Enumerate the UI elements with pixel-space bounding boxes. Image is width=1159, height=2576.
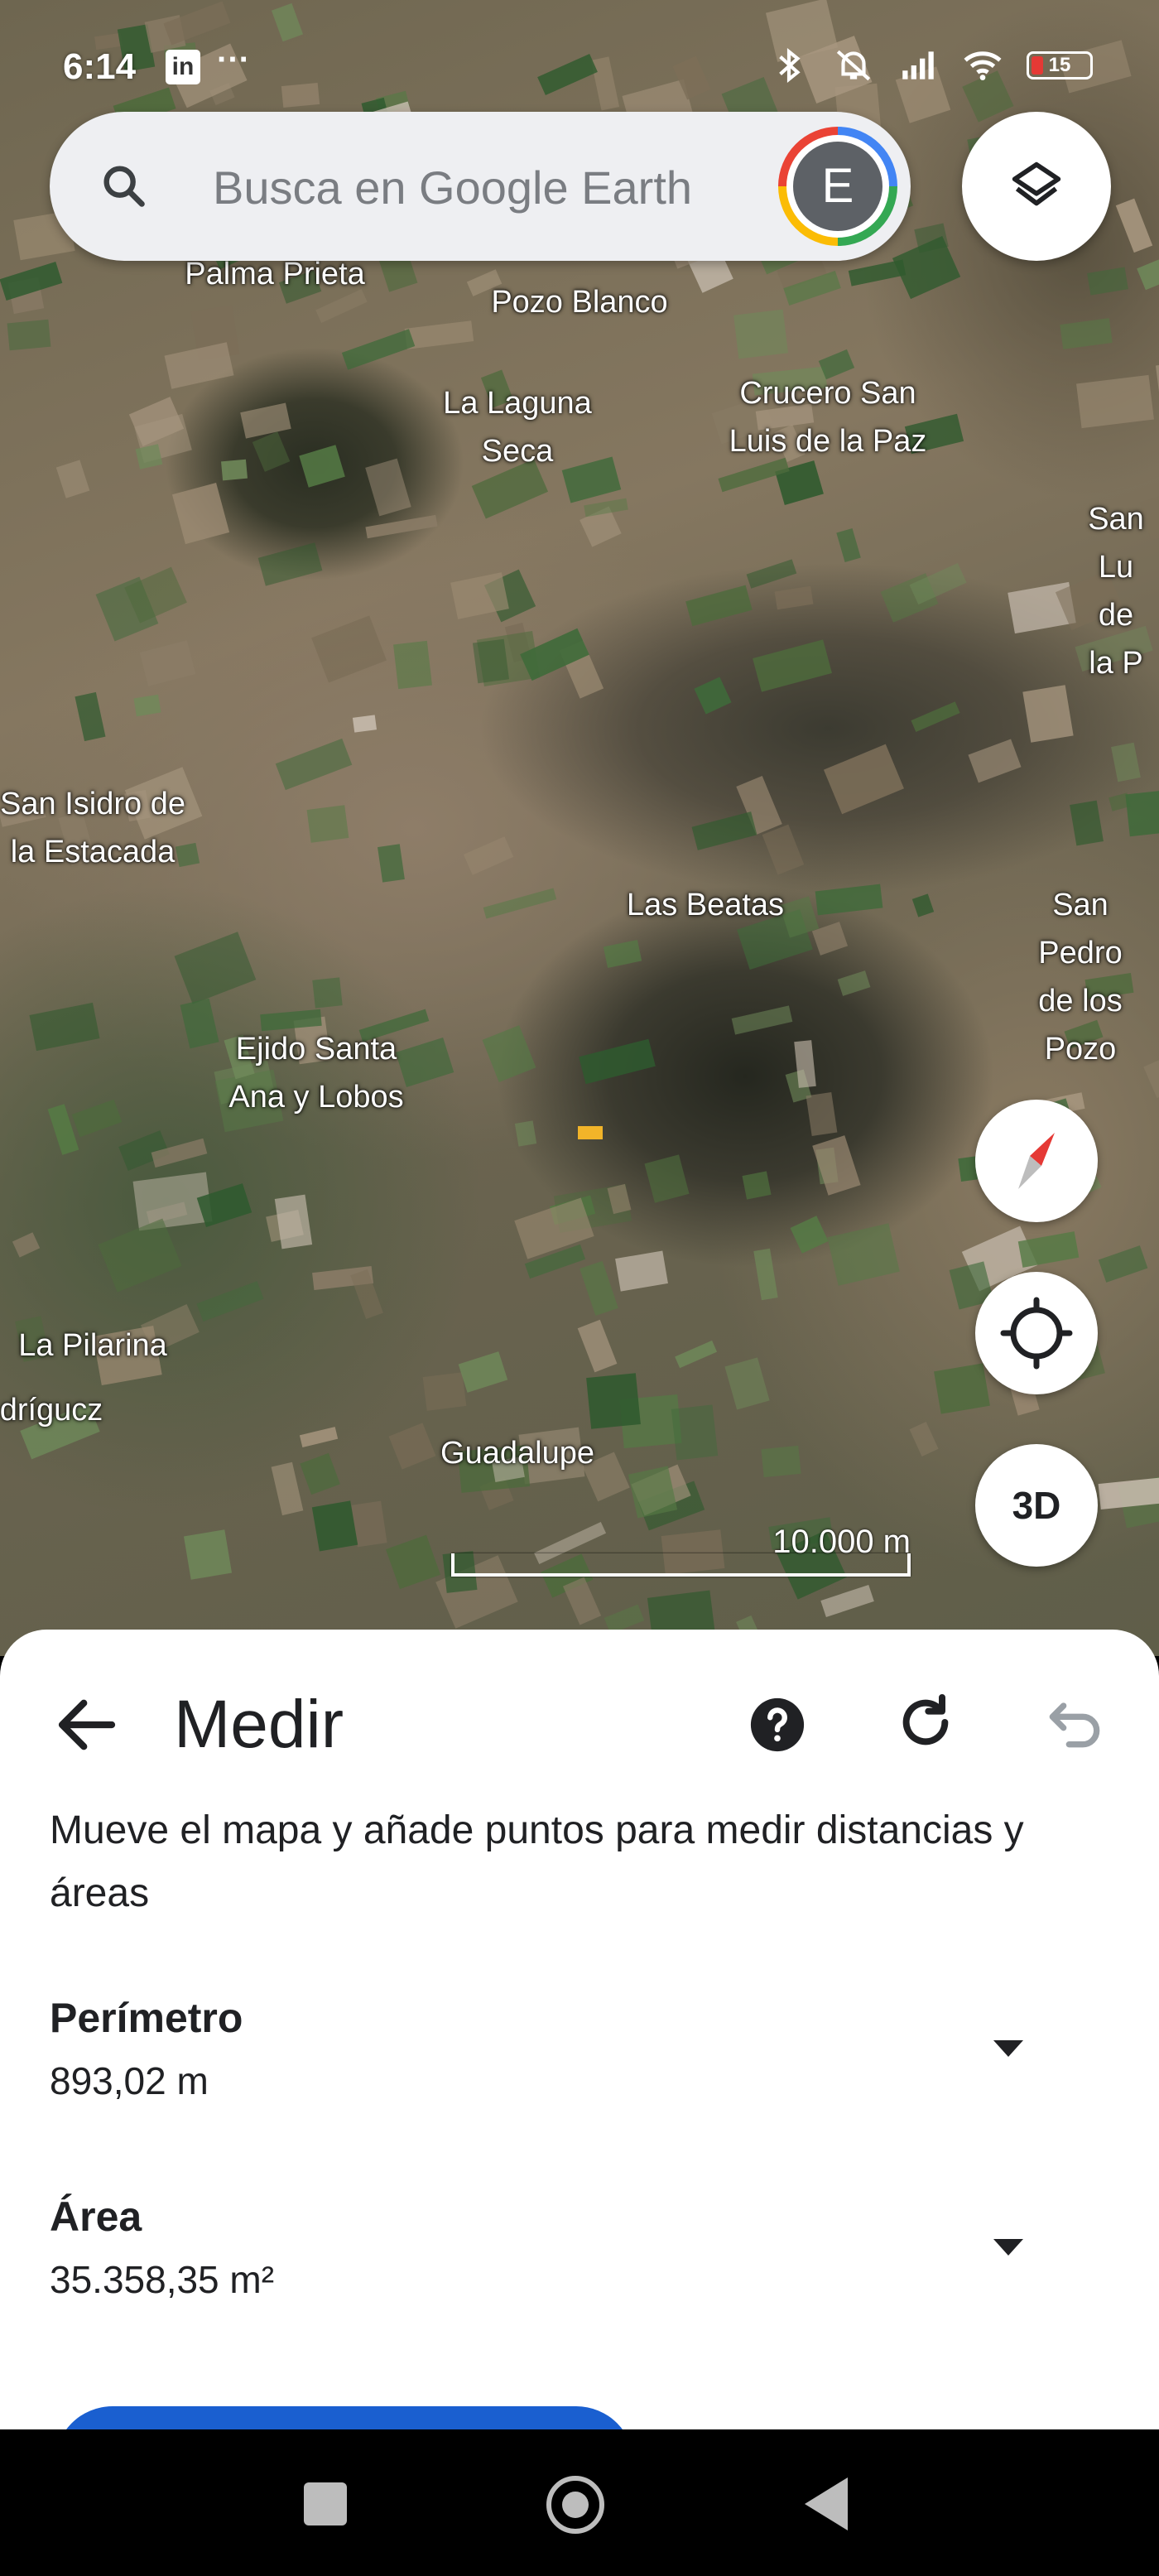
back-icon[interactable] <box>805 2477 848 2530</box>
layers-icon <box>1012 161 1061 206</box>
measure-point-marker[interactable] <box>578 1126 603 1139</box>
place-label-la-pilarina: La Pilarina <box>18 1328 167 1363</box>
scale-bar: 10.000 m <box>451 1524 911 1582</box>
more-notifications-icon: ··· <box>217 41 250 78</box>
wifi-icon <box>964 51 1002 80</box>
place-label-las-beatas: Las Beatas <box>626 888 785 922</box>
place-label-pozo-blanco: Pozo Blanco <box>491 285 668 320</box>
back-arrow-icon[interactable] <box>50 1688 124 1762</box>
home-icon[interactable] <box>546 2476 604 2534</box>
mute-icon <box>836 50 871 81</box>
area-label: Área <box>50 2193 142 2240</box>
toggle-3d-button[interactable]: 3D <box>975 1444 1098 1567</box>
search-icon[interactable] <box>98 160 151 213</box>
battery-icon: 15 <box>1027 51 1093 79</box>
search-input[interactable] <box>211 155 810 219</box>
recents-icon[interactable] <box>304 2482 347 2525</box>
search-bar[interactable]: E <box>50 112 911 261</box>
help-icon[interactable] <box>748 1696 806 1754</box>
area-value: 35.358,35 m² <box>50 2258 275 2301</box>
undo-icon[interactable] <box>1041 1689 1108 1755</box>
toggle-3d-label: 3D <box>1012 1484 1061 1527</box>
linkedin-icon: in <box>166 50 200 84</box>
measure-instructions: Mueve el mapa y añade puntos para medir … <box>50 1808 1024 1915</box>
area-row[interactable]: Área 35.358,35 m² <box>50 2193 1109 2325</box>
place-label-guadalupe: Guadalupe <box>440 1436 594 1471</box>
perimeter-units-dropdown-icon[interactable] <box>993 2040 1023 2057</box>
place-label-san-isidro: San Isidro de la Estacada <box>0 787 185 869</box>
perimeter-value: 893,02 m <box>50 2059 209 2102</box>
area-units-dropdown-icon[interactable] <box>993 2239 1023 2256</box>
bluetooth-icon <box>779 47 801 84</box>
compass-icon <box>1018 1133 1055 1189</box>
my-location-icon <box>1000 1297 1073 1370</box>
layers-button[interactable] <box>962 112 1111 261</box>
scale-ruler <box>451 1553 911 1577</box>
compass-button[interactable] <box>975 1100 1098 1222</box>
measure-panel: Medir Mueve el mapa y añade puntos para … <box>0 1630 1159 2458</box>
account-avatar[interactable]: E <box>778 127 897 246</box>
place-label-rodriguez: drígucz <box>0 1393 103 1428</box>
status-bar: 6:14 in ··· 15 <box>0 41 1159 91</box>
panel-title: Medir <box>174 1687 344 1762</box>
place-label-san-luis: San Lu de la P <box>1088 502 1144 681</box>
place-label-san-pedro: San Pedro de los Pozo <box>1038 888 1123 1067</box>
place-label-la-laguna-seca: La Laguna Seca <box>443 386 592 469</box>
signal-icon <box>902 51 934 79</box>
place-label-crucero-san-luis: Crucero San Luis de la Paz <box>729 376 927 459</box>
battery-level: 15 <box>1048 54 1071 76</box>
perimeter-label: Perímetro <box>50 1995 243 2041</box>
perimeter-row[interactable]: Perímetro 893,02 m <box>50 1994 1109 2126</box>
place-label-ejido-santa-ana: Ejido Santa Ana y Lobos <box>228 1032 404 1115</box>
my-location-button[interactable] <box>975 1272 1098 1394</box>
system-nav-bar <box>0 2429 1159 2576</box>
avatar-initial: E <box>793 142 882 231</box>
reset-icon[interactable] <box>892 1689 959 1755</box>
status-time: 6:14 <box>63 46 137 87</box>
